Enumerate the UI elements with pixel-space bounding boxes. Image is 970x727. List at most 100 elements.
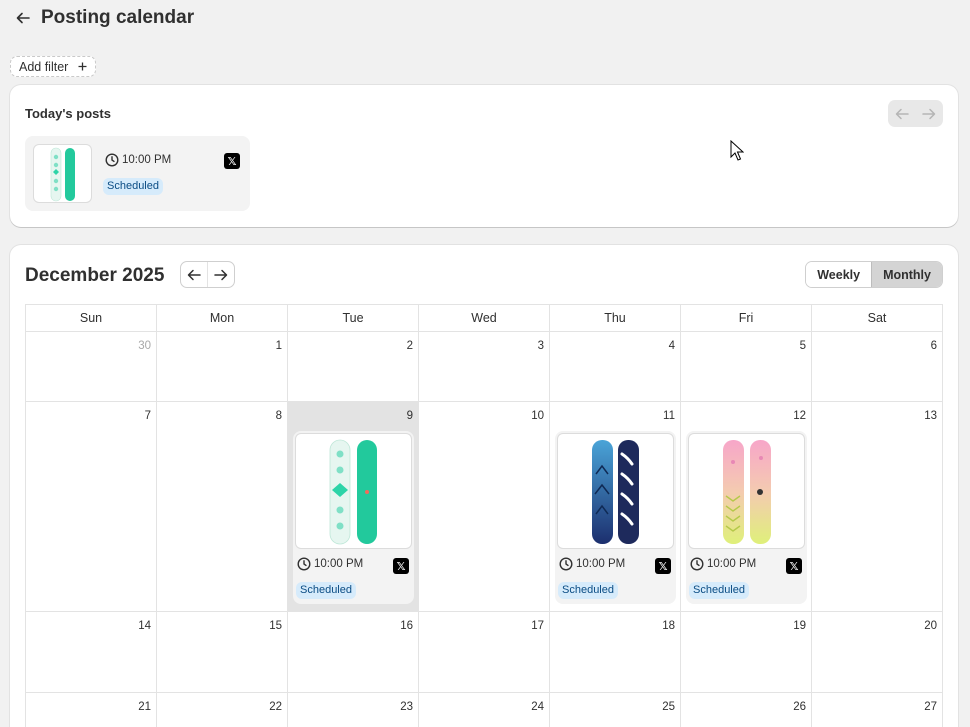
snowboard-image — [592, 440, 639, 544]
day-number: 12 — [793, 410, 806, 422]
weekday-header: Thu — [550, 305, 681, 332]
day-number: 19 — [793, 620, 806, 632]
weekday-header: Tue — [288, 305, 419, 332]
day-cell[interactable]: 7 — [26, 402, 157, 612]
post-thumbnail — [33, 144, 92, 203]
day-cell[interactable]: 1 — [157, 332, 288, 402]
snowboard-image — [329, 439, 377, 545]
day-cell[interactable]: 4 — [550, 332, 681, 402]
day-number: 18 — [662, 620, 675, 632]
day-cell[interactable]: 23 — [288, 693, 419, 727]
day-number: 15 — [269, 620, 282, 632]
day-number: 2 — [406, 340, 413, 352]
todays-posts-card: Today's posts 10:00 PM 𝕏 Scheduled — [10, 85, 958, 227]
post-time-text: 10:00 PM — [576, 558, 626, 570]
day-cell[interactable]: 27 — [812, 693, 943, 727]
day-cell[interactable]: 26 — [681, 693, 812, 727]
weekly-view-button[interactable]: Weekly — [806, 262, 872, 287]
day-cell[interactable]: 24 — [419, 693, 550, 727]
day-number: 8 — [275, 410, 282, 422]
post-thumbnail — [557, 433, 674, 549]
post-time-text: 10:00 PM — [314, 558, 364, 570]
day-number: 4 — [668, 340, 675, 352]
prev-month-button[interactable] — [181, 262, 207, 287]
day-number: 22 — [269, 701, 282, 713]
day-number: 21 — [138, 701, 151, 713]
x-platform-icon: 𝕏 — [393, 558, 409, 574]
post-thumbnail — [688, 433, 805, 549]
todays-posts-title: Today's posts — [25, 106, 111, 121]
x-platform-icon: 𝕏 — [786, 558, 802, 574]
post-time-text: 10:00 PM — [707, 558, 757, 570]
week-row: 7 8 9 10:00 PM 𝕏 Scheduled 10 11 10:00 P… — [26, 402, 943, 612]
day-cell-today[interactable]: 9 10:00 PM 𝕏 Scheduled — [288, 402, 419, 612]
pager-prev-button[interactable] — [888, 100, 916, 127]
day-cell[interactable]: 8 — [157, 402, 288, 612]
day-number: 10 — [531, 410, 544, 422]
day-cell[interactable]: 11 10:00 PM 𝕏 Scheduled — [550, 402, 681, 612]
post-time-text: 10:00 PM — [122, 154, 172, 166]
day-number: 26 — [793, 701, 806, 713]
day-cell[interactable]: 22 — [157, 693, 288, 727]
day-cell[interactable]: 10 — [419, 402, 550, 612]
calendar-post-card[interactable]: 10:00 PM 𝕏 Scheduled — [555, 431, 676, 604]
pager-next-button[interactable] — [916, 100, 944, 127]
week-row: 14 15 16 17 18 19 20 — [26, 612, 943, 693]
calendar-post-card[interactable]: 10:00 PM 𝕏 Scheduled — [293, 431, 414, 604]
status-badge: Scheduled — [296, 582, 356, 599]
day-cell[interactable]: 3 — [419, 332, 550, 402]
day-number: 13 — [924, 410, 937, 422]
day-cell[interactable]: 21 — [26, 693, 157, 727]
plus-icon-glyph — [78, 62, 87, 71]
day-cell[interactable]: 18 — [550, 612, 681, 693]
day-cell[interactable]: 14 — [26, 612, 157, 693]
back-button[interactable] — [13, 8, 33, 28]
post-time: 10:00 PM — [105, 153, 171, 167]
day-cell[interactable]: 15 — [157, 612, 288, 693]
status-badge: Scheduled — [689, 582, 749, 599]
weekday-header: Sat — [812, 305, 943, 332]
month-title: December 2025 — [25, 265, 165, 286]
status-badge: Scheduled — [103, 178, 163, 195]
day-number: 5 — [799, 340, 806, 352]
day-number: 11 — [663, 410, 675, 422]
day-number: 16 — [400, 620, 413, 632]
weekday-header-row: Sun Mon Tue Wed Thu Fri Sat — [26, 305, 943, 332]
monthly-view-button[interactable]: Monthly — [871, 262, 942, 287]
add-filter-button[interactable]: Add filter — [10, 56, 97, 77]
day-cell[interactable]: 19 — [681, 612, 812, 693]
day-cell[interactable]: 6 — [812, 332, 943, 402]
day-number: 17 — [531, 620, 544, 632]
day-cell[interactable]: 25 — [550, 693, 681, 727]
day-number: 30 — [138, 340, 151, 352]
day-cell[interactable]: 2 — [288, 332, 419, 402]
weekday-header: Sun — [26, 305, 157, 332]
post-time: 10:00 PM — [559, 557, 625, 571]
day-number: 27 — [924, 701, 937, 713]
weekday-header: Mon — [157, 305, 288, 332]
day-cell[interactable]: 20 — [812, 612, 943, 693]
day-cell[interactable]: 30 — [26, 332, 157, 402]
x-platform-icon: 𝕏 — [224, 153, 240, 169]
calendar-post-card[interactable]: 10:00 PM 𝕏 Scheduled — [686, 431, 807, 604]
post-time: 10:00 PM — [297, 557, 363, 571]
day-cell[interactable]: 16 — [288, 612, 419, 693]
day-cell[interactable]: 17 — [419, 612, 550, 693]
page-title: Posting calendar — [41, 7, 195, 28]
week-row: 21 22 23 24 25 26 27 — [26, 693, 943, 727]
clock-icon — [105, 153, 119, 167]
add-filter-label: Add filter — [19, 59, 69, 74]
day-number: 3 — [537, 340, 544, 352]
clock-icon — [559, 557, 573, 571]
next-month-button[interactable] — [207, 262, 234, 287]
post-thumbnail — [295, 433, 412, 549]
day-cell[interactable]: 12 10:00 PM 𝕏 Scheduled — [681, 402, 812, 612]
day-number: 25 — [662, 701, 675, 713]
day-cell[interactable]: 5 — [681, 332, 812, 402]
day-number: 7 — [144, 410, 151, 422]
day-number: 9 — [406, 410, 413, 422]
day-cell[interactable]: 13 — [812, 402, 943, 612]
day-number: 14 — [138, 620, 151, 632]
today-post-tile[interactable]: 10:00 PM 𝕏 Scheduled — [25, 136, 250, 211]
arrow-left-icon — [895, 108, 909, 119]
